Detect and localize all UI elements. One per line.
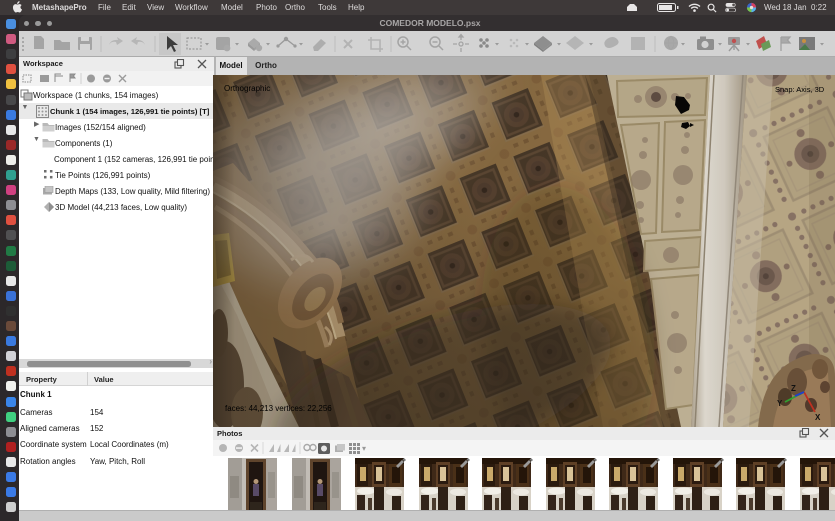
svg-text:Z: Z xyxy=(791,384,796,393)
svg-text:X: X xyxy=(815,413,821,422)
svg-text:Y: Y xyxy=(777,399,783,408)
